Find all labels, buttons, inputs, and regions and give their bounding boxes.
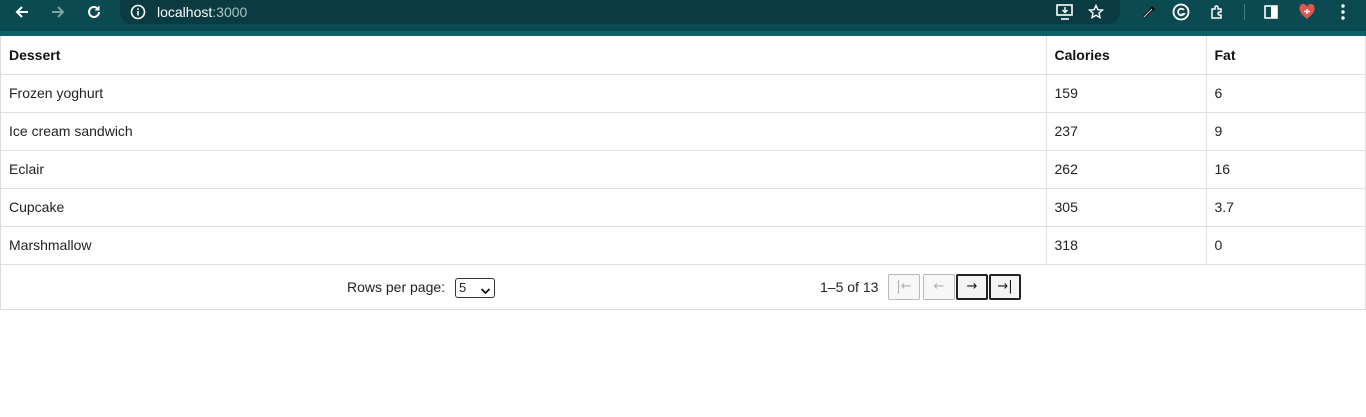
- url-port: :3000: [212, 4, 248, 20]
- side-panel-icon[interactable]: [1260, 2, 1282, 22]
- browser-toolbar: localhost:3000: [0, 0, 1366, 36]
- cell-dessert: Frozen yoghurt: [1, 74, 1046, 113]
- url-text[interactable]: localhost:3000: [157, 3, 247, 21]
- next-page-button[interactable]: →: [956, 273, 988, 300]
- rows-per-page-label: Rows per page:: [347, 278, 446, 295]
- rows-per-page-select[interactable]: 5: [455, 277, 495, 301]
- previous-page-button[interactable]: ←: [923, 273, 955, 300]
- table-pagination: Rows per page: 5 1–5 of 13 |← ← → →|: [1, 265, 1366, 309]
- cell-dessert: Eclair: [1, 150, 1046, 189]
- cell-calories: 159: [1045, 74, 1206, 113]
- rows-per-page-value: 5: [459, 279, 467, 295]
- cell-calories: 305: [1045, 188, 1206, 227]
- chevron-down-icon: [480, 283, 491, 301]
- cell-dessert: Ice cream sandwich: [1, 112, 1046, 151]
- back-arrow-icon[interactable]: [8, 0, 36, 24]
- cell-dessert: Marshmallow: [1, 226, 1046, 265]
- table-header-row: Dessert Calories Fat: [1, 36, 1366, 75]
- cell-calories: 262: [1045, 150, 1206, 189]
- cell-calories: 318: [1045, 226, 1206, 265]
- address-bar[interactable]: localhost:3000: [120, 0, 1120, 24]
- desserts-table-container: Dessert Calories Fat Frozen yoghurt 159 …: [0, 36, 1366, 310]
- extensions-puzzle-icon[interactable]: [1206, 2, 1228, 22]
- first-page-button[interactable]: |←: [888, 273, 920, 300]
- site-info-icon[interactable]: [130, 4, 146, 25]
- table-row: Marshmallow 318 0: [1, 226, 1366, 265]
- pagination-range: 1–5 of 13: [820, 278, 879, 295]
- table-row: Ice cream sandwich 237 9: [1, 112, 1366, 151]
- install-app-icon[interactable]: [1055, 2, 1075, 22]
- cell-fat: 9: [1205, 112, 1366, 151]
- forward-arrow-icon[interactable]: [44, 0, 72, 24]
- table-row: Frozen yoghurt 159 6: [1, 74, 1366, 113]
- column-header-dessert: Dessert: [1, 36, 1046, 75]
- column-header-calories: Calories: [1045, 36, 1206, 75]
- cell-dessert: Cupcake: [1, 188, 1046, 227]
- cell-fat: 0: [1205, 226, 1366, 265]
- table-row: Cupcake 305 3.7: [1, 188, 1366, 227]
- toolbar-divider: [1244, 4, 1245, 20]
- profile-avatar-icon[interactable]: [1296, 2, 1318, 22]
- eyedropper-extension-icon[interactable]: [1138, 2, 1160, 22]
- cell-fat: 16: [1205, 150, 1366, 189]
- column-header-fat: Fat: [1205, 36, 1366, 75]
- table-row: Eclair 262 16: [1, 150, 1366, 189]
- last-page-button[interactable]: →|: [989, 273, 1021, 300]
- url-host: localhost: [157, 4, 213, 20]
- cell-fat: 3.7: [1205, 188, 1366, 227]
- menu-kebab-icon[interactable]: [1332, 2, 1354, 22]
- reload-icon[interactable]: [80, 0, 108, 24]
- cell-fat: 6: [1205, 74, 1366, 113]
- bookmark-star-icon[interactable]: [1086, 2, 1106, 22]
- desserts-table: Dessert Calories Fat Frozen yoghurt 159 …: [1, 36, 1366, 265]
- grammarly-extension-icon[interactable]: [1170, 2, 1192, 22]
- cell-calories: 237: [1045, 112, 1206, 151]
